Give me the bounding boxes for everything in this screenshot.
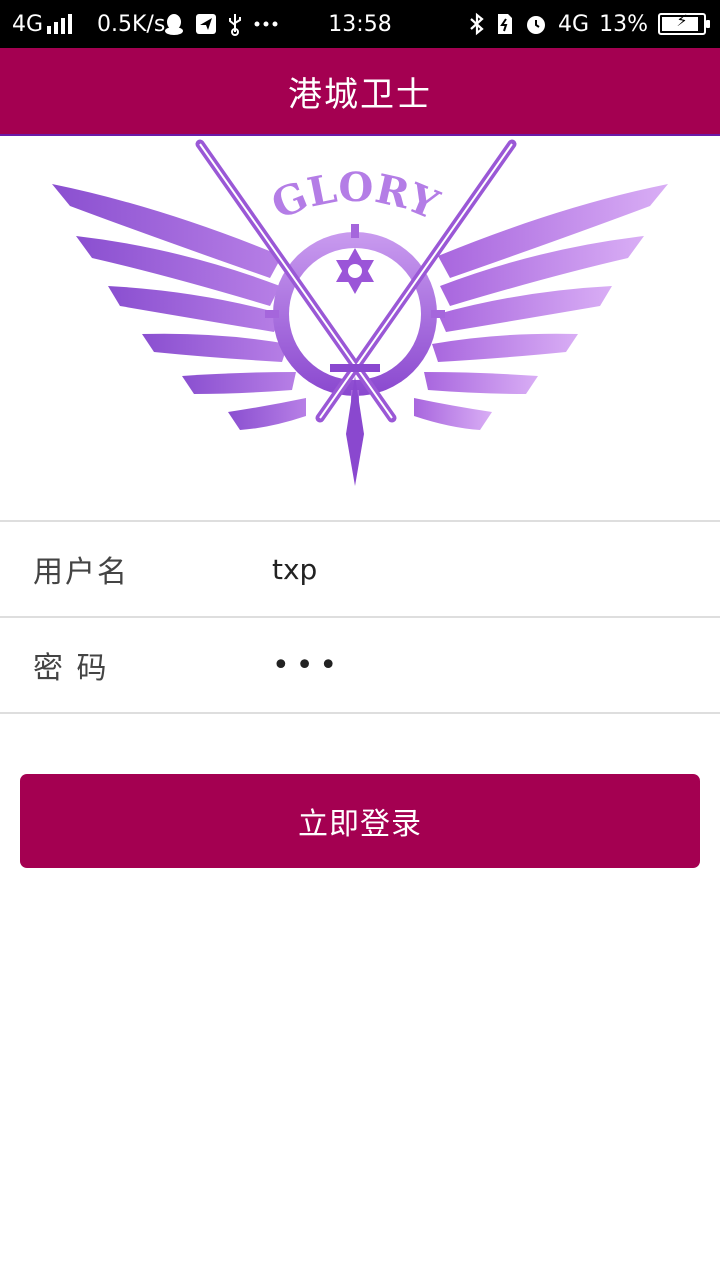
qq-icon	[165, 14, 183, 35]
network-type-right: 4G	[558, 11, 590, 37]
more-icon	[254, 21, 278, 27]
send-icon	[196, 14, 216, 34]
username-row: 用户名 txp	[0, 522, 720, 616]
logo-text: GLORY	[265, 164, 445, 229]
password-label: 密 码	[33, 651, 109, 686]
network-type: 4G	[12, 11, 44, 37]
app-title: 港城卫士	[288, 74, 432, 115]
sim-icon	[498, 14, 513, 34]
usb-icon	[229, 14, 241, 36]
notification-icons	[163, 0, 279, 48]
network-speed: 0.5K/s	[97, 11, 166, 37]
signal-icon	[47, 14, 73, 34]
username-input[interactable]: txp	[272, 522, 700, 616]
network-indicator: 4G	[12, 0, 73, 48]
username-label: 用户名	[33, 555, 129, 590]
app-bar: 港城卫士	[0, 48, 720, 134]
glory-logo: GLORY	[52, 139, 668, 486]
svg-text:GLORY: GLORY	[265, 164, 445, 229]
password-input[interactable]: •••	[272, 618, 700, 712]
system-icons: 4G 13% ⚡	[468, 0, 710, 48]
form-divider-bottom	[0, 712, 720, 714]
alarm-icon	[527, 16, 546, 34]
login-button[interactable]: 立即登录	[20, 774, 700, 868]
battery-percent: 13%	[599, 11, 648, 37]
password-row: 密 码 •••	[0, 618, 720, 712]
logo-area: GLORY	[0, 136, 720, 520]
status-bar: 4G 0.5K/s 13:58 4G 13% ⚡	[0, 0, 720, 48]
bluetooth-icon	[470, 12, 484, 36]
login-form: 用户名 txp 密 码 •••	[0, 520, 720, 714]
battery-icon: ⚡	[658, 11, 710, 35]
